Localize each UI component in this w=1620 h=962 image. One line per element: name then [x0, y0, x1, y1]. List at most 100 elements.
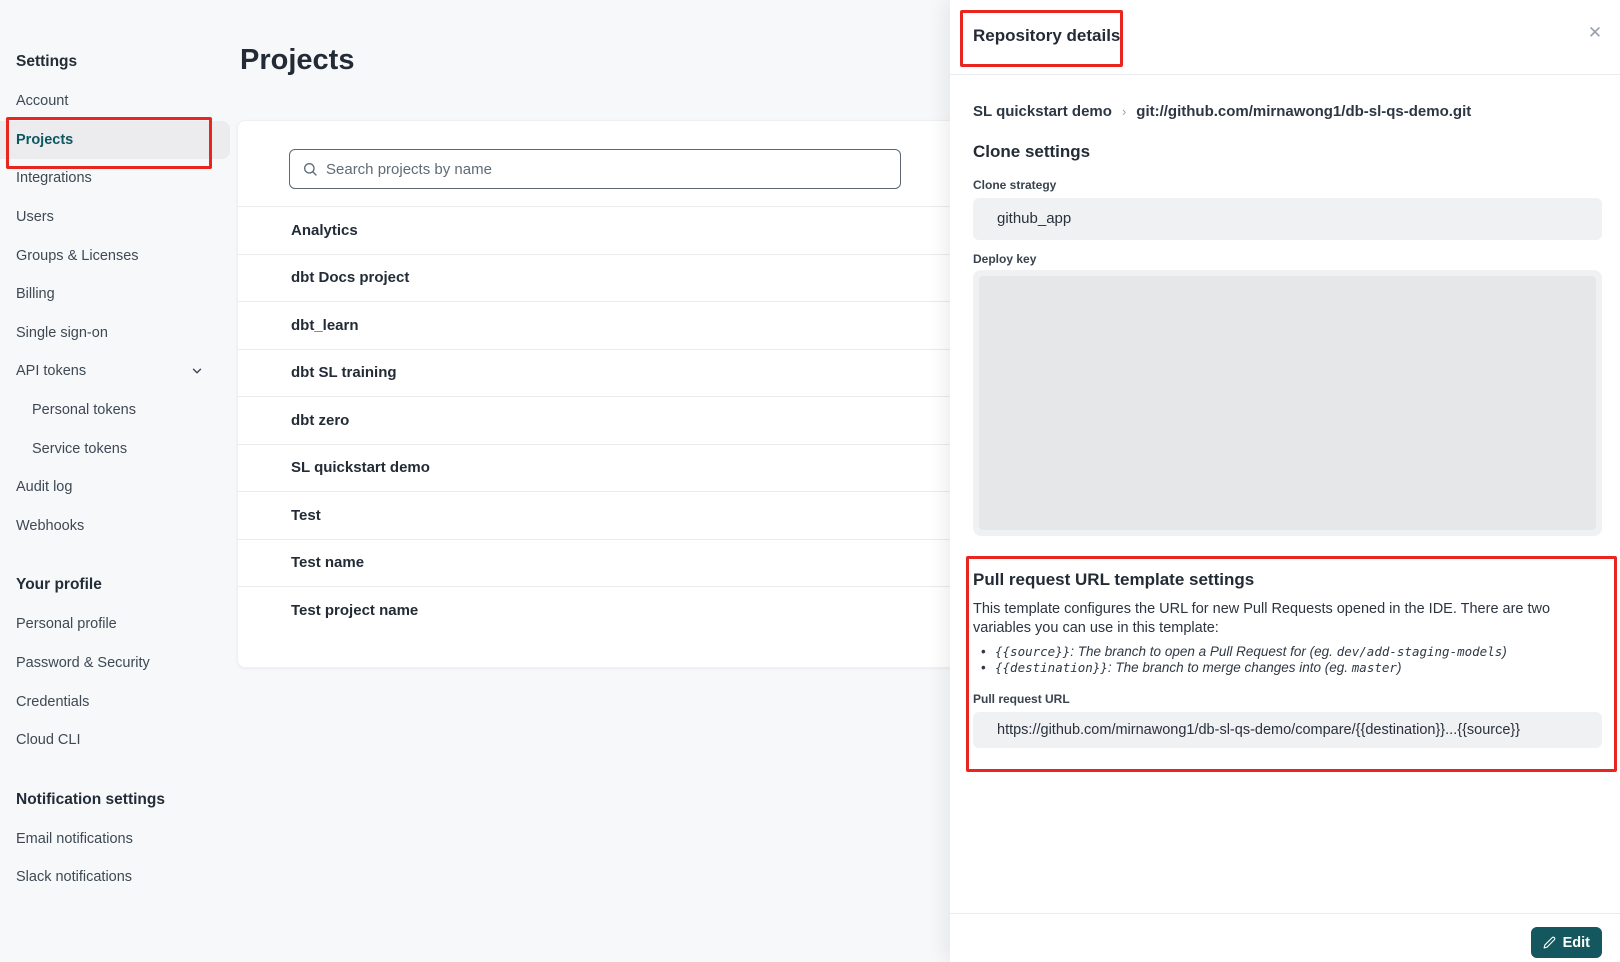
- sidebar-item[interactable]: Projects: [0, 121, 230, 160]
- sidebar-item-label: Slack notifications: [16, 869, 132, 885]
- sidebar-heading-notification-settings: Notification settings: [0, 788, 237, 812]
- sidebar-item[interactable]: Service tokens: [0, 429, 230, 468]
- drawer-title: Repository details: [973, 26, 1120, 46]
- project-row[interactable]: Test project name: [238, 586, 986, 634]
- sidebar-item[interactable]: Credentials: [0, 682, 230, 721]
- sidebar-item-label: Password & Security: [16, 655, 150, 671]
- sidebar-item-label: Billing: [16, 286, 55, 302]
- deploy-key-field: [973, 270, 1602, 536]
- sidebar-item-label: Cloud CLI: [16, 732, 80, 748]
- sidebar-item[interactable]: Groups & Licenses: [0, 236, 230, 275]
- sidebar-item[interactable]: Account: [0, 82, 230, 121]
- variable-suffix: ): [1397, 660, 1402, 675]
- search-input[interactable]: [326, 161, 888, 178]
- sidebar-notifications-list: Email notifications Slack notifications: [0, 820, 237, 897]
- close-icon[interactable]: ✕: [1584, 22, 1606, 44]
- breadcrumb-project[interactable]: SL quickstart demo: [973, 103, 1112, 120]
- project-name: Test name: [291, 554, 364, 571]
- project-row[interactable]: dbt_learn: [238, 301, 986, 349]
- page-title: Projects: [240, 44, 354, 77]
- variable-text: : The branch to merge changes into (eg.: [1108, 660, 1352, 675]
- sidebar-item-label: Service tokens: [32, 441, 127, 457]
- settings-sidebar: Settings Account Projects: [0, 0, 237, 897]
- sidebar-item-label: Single sign-on: [16, 325, 108, 341]
- variable-example: master: [1352, 660, 1397, 675]
- chevron-down-icon: [190, 363, 206, 379]
- sidebar-item-label: Audit log: [16, 479, 72, 495]
- projects-card: Analytics dbt Docs project dbt_learn dbt…: [237, 120, 987, 668]
- drawer-body: SL quickstart demo › git://github.com/mi…: [950, 103, 1620, 748]
- drawer-footer: Edit: [950, 913, 1620, 962]
- sidebar-item[interactable]: Personal tokens: [0, 391, 230, 430]
- clone-strategy-value: github_app: [973, 198, 1602, 240]
- pencil-icon: [1543, 936, 1556, 949]
- sidebar-item[interactable]: Users: [0, 198, 230, 237]
- sidebar-item[interactable]: Email notifications: [0, 820, 230, 859]
- project-name: Analytics: [291, 222, 358, 239]
- project-name: dbt SL training: [291, 364, 397, 381]
- project-row[interactable]: Test name: [238, 539, 986, 587]
- pull-request-url-label: Pull request URL: [973, 692, 1602, 706]
- sidebar-item[interactable]: Slack notifications: [0, 858, 230, 897]
- variable-code: {{destination}}: [995, 660, 1108, 675]
- sidebar-item[interactable]: Personal profile: [0, 605, 230, 644]
- sidebar-item-label: Webhooks: [16, 518, 84, 534]
- sidebar-item-label: Email notifications: [16, 831, 133, 847]
- chevron-right-icon: ›: [1122, 104, 1126, 119]
- variable-code: {{source}}: [995, 644, 1070, 659]
- sidebar-settings-list: Account Projects Integrations: [0, 82, 237, 545]
- drawer-header: Repository details ✕: [950, 0, 1620, 75]
- sidebar-item-label: Account: [16, 93, 68, 109]
- clone-strategy-label: Clone strategy: [973, 178, 1602, 192]
- project-row[interactable]: Analytics: [238, 206, 986, 254]
- sidebar-item-label: Integrations: [16, 170, 92, 186]
- sidebar-item-label: Personal profile: [16, 616, 117, 632]
- sidebar-item[interactable]: Webhooks: [0, 507, 230, 546]
- variable-example: dev/add-staging-models: [1337, 644, 1503, 659]
- sidebar-item[interactable]: API tokens: [0, 352, 230, 391]
- project-row[interactable]: dbt zero: [238, 396, 986, 444]
- clone-settings-heading: Clone settings: [973, 142, 1602, 162]
- sidebar-item-label: Projects: [16, 132, 73, 148]
- variable-text: : The branch to open a Pull Request for …: [1070, 644, 1336, 659]
- sidebar-item[interactable]: Cloud CLI: [0, 721, 230, 760]
- project-search: [289, 149, 901, 189]
- sidebar-heading-your-profile: Your profile: [0, 573, 237, 597]
- project-row[interactable]: dbt SL training: [238, 349, 986, 397]
- pr-template-variable: {{source}}: The branch to open a Pull Re…: [973, 644, 1602, 660]
- deploy-key-label: Deploy key: [973, 252, 1602, 266]
- breadcrumb: SL quickstart demo › git://github.com/mi…: [973, 103, 1602, 120]
- sidebar-item[interactable]: Integrations: [0, 159, 230, 198]
- sidebar-item[interactable]: Single sign-on: [0, 314, 230, 353]
- search-icon: [302, 161, 318, 177]
- pr-template-variable: {{destination}}: The branch to merge cha…: [973, 660, 1602, 676]
- project-name: SL quickstart demo: [291, 459, 430, 476]
- edit-button[interactable]: Edit: [1531, 927, 1602, 958]
- project-row[interactable]: dbt Docs project: [238, 254, 986, 302]
- sidebar-item[interactable]: Billing: [0, 275, 230, 314]
- sidebar-item-label: Personal tokens: [32, 402, 136, 418]
- breadcrumb-repository-url: git://github.com/mirnawong1/db-sl-qs-dem…: [1136, 103, 1471, 120]
- project-row[interactable]: SL quickstart demo: [238, 444, 986, 492]
- app-window: Settings Account Projects: [0, 0, 1620, 962]
- project-name: dbt Docs project: [291, 269, 409, 286]
- repository-details-drawer: Repository details ✕ SL quickstart demo …: [950, 0, 1620, 962]
- pull-request-template-section: Pull request URL template settings This …: [973, 556, 1602, 748]
- sidebar-item-label: Groups & Licenses: [16, 248, 139, 264]
- variable-suffix: ): [1502, 644, 1507, 659]
- sidebar-profile-list: Personal profile Password & Security Cre…: [0, 605, 237, 759]
- deploy-key-redacted-value: [979, 276, 1596, 530]
- pull-request-url-value: https://github.com/mirnawong1/db-sl-qs-d…: [973, 712, 1602, 748]
- project-row[interactable]: Test: [238, 491, 986, 539]
- project-name: dbt_learn: [291, 317, 359, 334]
- pr-template-description: This template configures the URL for new…: [973, 600, 1585, 638]
- sidebar-item[interactable]: Password & Security: [0, 644, 230, 683]
- project-name: Test: [291, 507, 321, 524]
- sidebar-heading-settings: Settings: [0, 50, 237, 74]
- project-name: Test project name: [291, 602, 418, 619]
- sidebar-item[interactable]: Audit log: [0, 468, 230, 507]
- edit-button-label: Edit: [1563, 935, 1590, 951]
- sidebar-item-label: API tokens: [16, 363, 86, 379]
- sidebar-item-label: Credentials: [16, 694, 89, 710]
- pr-template-variables: {{source}}: The branch to open a Pull Re…: [973, 644, 1602, 676]
